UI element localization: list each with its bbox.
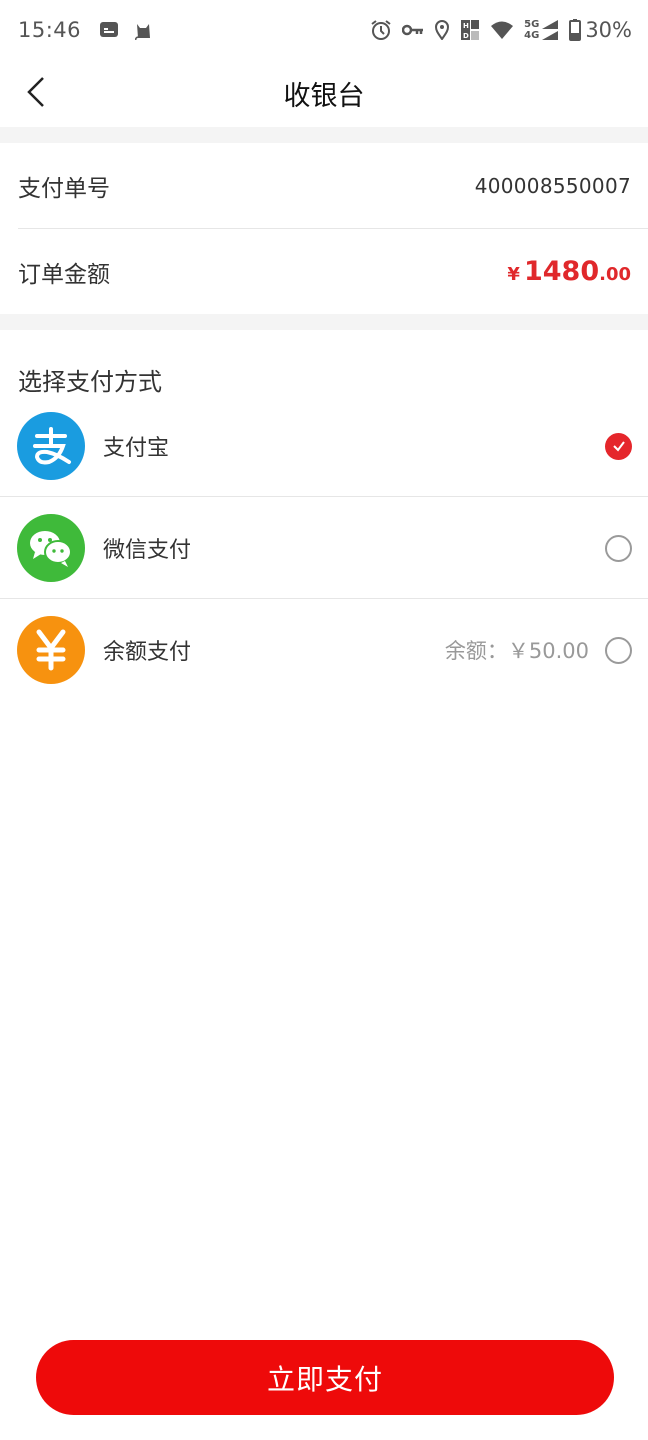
alarm-icon (370, 19, 392, 41)
pay-number-value: 400008550007 (474, 173, 631, 198)
pay-number-row: 支付单号 400008550007 (0, 143, 648, 228)
hd-icon: HD (460, 19, 480, 41)
section-gap (0, 127, 648, 143)
back-button[interactable] (18, 74, 54, 110)
payment-option-alipay[interactable]: 支付宝 (0, 395, 648, 497)
wifi-icon (490, 20, 514, 40)
payment-option-wechat[interactable]: 微信支付 (0, 497, 648, 599)
radio-unchecked[interactable] (605, 636, 632, 664)
network-type: 5G 4G (524, 19, 540, 41)
cat-app-icon (133, 20, 153, 40)
message-icon (99, 21, 119, 39)
currency-symbol: ¥ (507, 264, 520, 285)
svg-text:D: D (463, 32, 469, 40)
section-gap (0, 314, 648, 330)
status-bar: 15:46 HD 5G 4G 30% (0, 0, 648, 60)
pay-number-label: 支付单号 (18, 175, 110, 202)
wechat-icon (17, 514, 85, 582)
payment-option-label: 支付宝 (103, 436, 170, 461)
order-amount-value: ¥ 1480 .00 (507, 256, 631, 287)
status-right-icons: HD 5G 4G 30% (370, 18, 632, 42)
radio-unchecked[interactable] (605, 534, 632, 562)
key-icon (402, 23, 424, 37)
radio-checked[interactable] (605, 432, 632, 460)
nav-bar: 收银台 (0, 60, 648, 126)
location-icon (434, 20, 450, 40)
status-left-icons (99, 20, 153, 40)
order-amount-row: 订单金额 ¥ 1480 .00 (0, 229, 648, 314)
battery-percent: 30% (585, 18, 632, 42)
payment-option-balance[interactable]: 余额支付 余额：￥50.00 (0, 599, 648, 701)
balance-amount: 余额：￥50.00 (444, 639, 589, 663)
payment-section-title: 选择支付方式 (18, 368, 162, 396)
battery-icon (569, 19, 582, 41)
payment-option-label: 微信支付 (103, 538, 192, 563)
status-time: 15:46 (18, 18, 82, 42)
amount-integer: 1480 (523, 256, 600, 287)
pay-now-button[interactable]: 立即支付 (36, 1340, 614, 1415)
order-amount-label: 订单金额 (18, 261, 110, 288)
svg-text:H: H (463, 22, 469, 30)
payment-option-label: 余额支付 (103, 640, 192, 665)
check-icon (612, 441, 625, 452)
chevron-left-icon (27, 77, 44, 107)
alipay-icon (17, 412, 85, 480)
signal-icon (541, 19, 559, 41)
amount-decimal: .00 (599, 264, 631, 285)
page-title: 收银台 (283, 80, 365, 112)
yuan-icon (17, 616, 85, 684)
